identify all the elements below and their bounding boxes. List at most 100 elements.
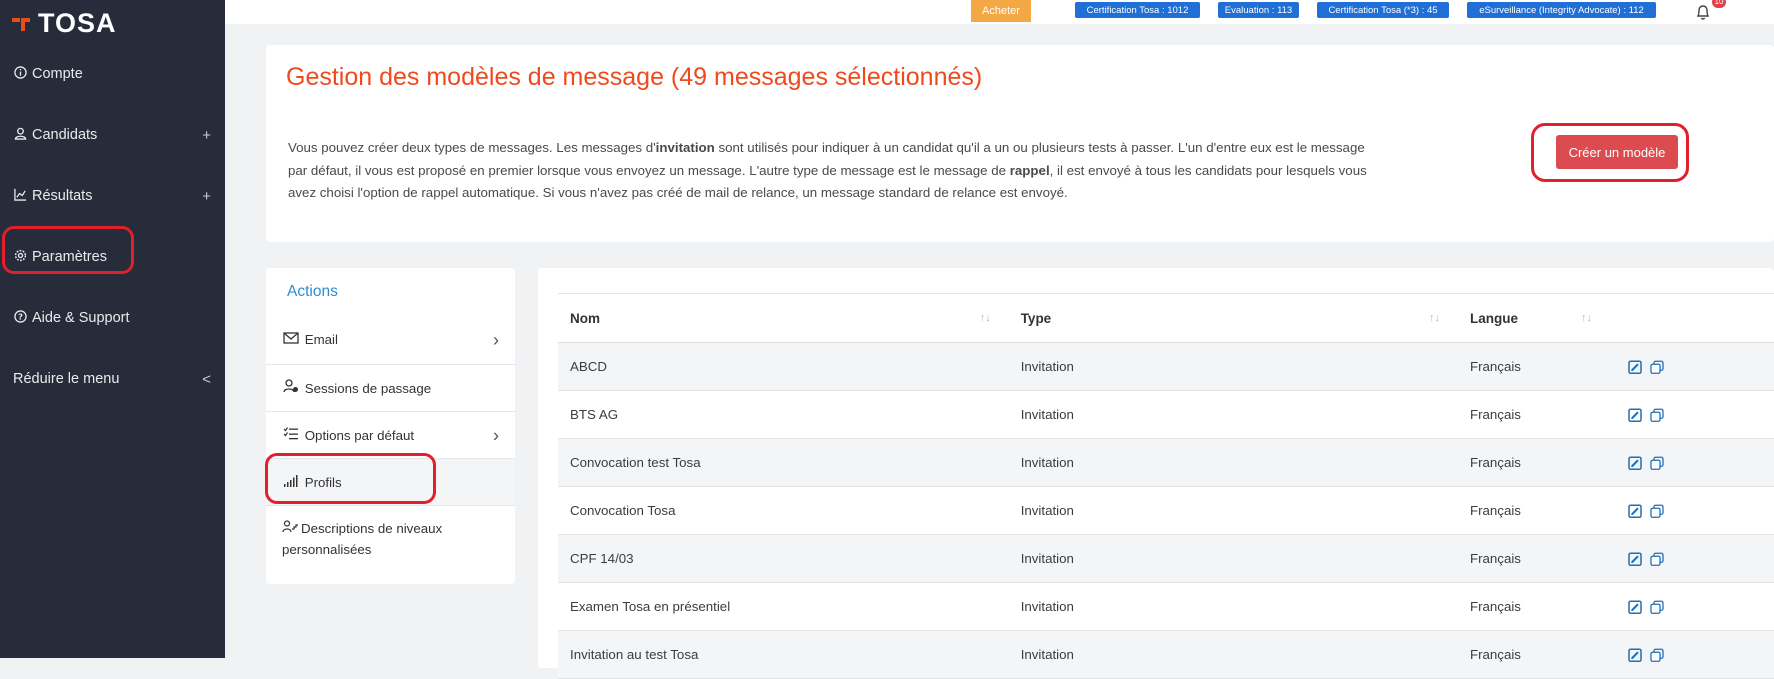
row-actions [1628,455,1664,470]
column-header-type[interactable]: Type ↑↓ [1008,293,1458,343]
duplicate-icon[interactable] [1650,456,1664,470]
sidebar-item-candidats[interactable]: Candidats + [0,115,225,155]
intro-text: Vous pouvez créer deux types de messages… [288,137,1368,205]
sidebar-item-reduire-menu[interactable]: Réduire le menu < [0,359,225,399]
edit-icon[interactable] [1628,552,1642,566]
table-cell-nom: BTS AG [558,390,1009,439]
row-actions [1628,359,1664,374]
table-cell-nom: CPF 14/03 [558,534,1009,583]
table-cell-type: Invitation [1008,534,1458,583]
actions-panel: Actions Email › Sessions de passage Opti… [265,268,515,584]
credit-badge-esurveillance[interactable]: eSurveillance (Integrity Advocate) : 112 [1467,2,1656,18]
info-icon [12,66,28,82]
table-cell-langue: Français [1457,390,1774,439]
header-card: Gestion des modèles de message (49 messa… [266,45,1774,242]
action-item-profils[interactable]: Profils [266,458,515,506]
table-cell-nom: Convocation Tosa [558,486,1009,535]
help-icon: ? [12,310,28,326]
column-header-label: Langue [1469,310,1518,326]
table-cell-nom: ABCD [558,342,1009,391]
table-row[interactable]: CPF 14/03 Invitation Français [558,534,1774,583]
column-header-langue[interactable]: Langue ↑↓ [1457,293,1774,343]
sidebar-item-label: Aide & Support [32,310,130,326]
edit-icon[interactable] [1628,408,1642,422]
buy-button[interactable]: Acheter [971,0,1031,22]
table-cell-type: Invitation [1008,630,1458,679]
credit-badge-evaluation[interactable]: Evaluation : 113 [1218,2,1299,18]
table-row[interactable]: Examen Tosa en présentiel Invitation Franç… [558,582,1774,631]
table-cell-langue: Français [1457,534,1774,583]
level-description-icon [282,518,301,539]
column-header-label: Nom [570,310,600,326]
table-cell-nom: Examen Tosa en présentiel [558,582,1009,631]
expand-icon[interactable]: + [202,188,211,205]
sidebar-item-resultats[interactable]: Résultats + [0,176,225,216]
row-actions [1628,551,1664,566]
duplicate-icon[interactable] [1650,360,1664,374]
action-item-descriptions[interactable]: Descriptions de niveaux personnalisées [266,505,515,574]
action-item-label: Sessions de passage [304,381,432,396]
email-icon [283,316,301,364]
duplicate-icon[interactable] [1650,552,1664,566]
action-item-options[interactable]: Options par défaut › [266,411,515,459]
table-row[interactable]: BTS AG Invitation Français [558,390,1774,439]
edit-icon[interactable] [1628,504,1642,518]
table-row[interactable]: Convocation test Tosa Invitation Français [558,438,1774,487]
actions-title: Actions [287,283,338,300]
action-item-label: Email [304,332,338,347]
sort-icon[interactable]: ↑↓ [1429,312,1440,324]
table-cell-type: Invitation [1008,438,1458,487]
sidebar-item-compte[interactable]: Compte [0,54,225,94]
intro-part: Vous pouvez créer deux types de messages… [288,140,656,155]
duplicate-icon[interactable] [1650,600,1664,614]
row-actions [1628,503,1664,518]
table-cell-langue: Français [1457,582,1774,631]
create-template-button[interactable]: Créer un modèle [1556,135,1678,169]
checklist-icon [283,413,301,460]
credit-badge-certification[interactable]: Certification Tosa : 1012 [1075,2,1200,18]
duplicate-icon[interactable] [1650,504,1664,518]
page-title: Gestion des modèles de message (49 messa… [286,63,983,91]
sort-icon[interactable]: ↑↓ [980,312,991,324]
action-item-email[interactable]: Email › [266,316,515,364]
table-cell-nom: Convocation test Tosa [558,438,1009,487]
action-item-label: Profils [304,475,342,490]
table-cell-langue: Français [1457,630,1774,679]
chevron-right-icon: › [493,425,499,445]
sidebar-item-label: Paramètres [32,249,107,265]
sort-icon[interactable]: ↑↓ [1581,312,1592,324]
tosa-logo[interactable]: TOSA [12,8,117,39]
sidebar-item-aide-support[interactable]: ? Aide & Support [0,298,225,338]
credit-badge-certification-3[interactable]: Certification Tosa (*3) : 45 [1317,2,1449,18]
table-cell-nom: Invitation au test Tosa [558,630,1009,679]
user-session-icon [283,366,301,413]
collapse-chevron-icon[interactable]: < [202,371,211,388]
table-row[interactable]: Invitation au test Tosa Invitation Françai… [558,630,1774,679]
sidebar-item-label: Résultats [32,188,93,204]
table-cell-type: Invitation [1008,582,1458,631]
sidebar-item-parametres[interactable]: Paramètres [0,237,225,277]
duplicate-icon[interactable] [1650,408,1664,422]
table-cell-langue: Français [1457,438,1774,487]
sidebar-item-label: Réduire le menu [13,371,120,387]
edit-icon[interactable] [1628,456,1642,470]
table-cell-langue: Français [1457,486,1774,535]
table-row[interactable]: Convocation Tosa Invitation Français [558,486,1774,535]
edit-icon[interactable] [1628,360,1642,374]
row-actions [1628,599,1664,614]
sidebar-item-label: Candidats [32,127,98,143]
column-header-nom[interactable]: Nom ↑↓ [558,293,1009,343]
sidebar-item-label: Compte [32,66,83,82]
row-actions [1628,407,1664,422]
action-item-label: Descriptions de niveaux personnalisées [282,521,443,557]
edit-icon[interactable] [1628,648,1642,662]
table-cell-type: Invitation [1008,342,1458,391]
duplicate-icon[interactable] [1650,648,1664,662]
table-cell-langue: Français [1457,342,1774,391]
chart-icon [12,188,28,204]
action-item-sessions[interactable]: Sessions de passage [266,364,515,412]
edit-icon[interactable] [1628,600,1642,614]
table-row[interactable]: ABCD Invitation Français [558,342,1774,391]
expand-icon[interactable]: + [202,127,211,144]
bell-icon[interactable] [1693,2,1713,22]
